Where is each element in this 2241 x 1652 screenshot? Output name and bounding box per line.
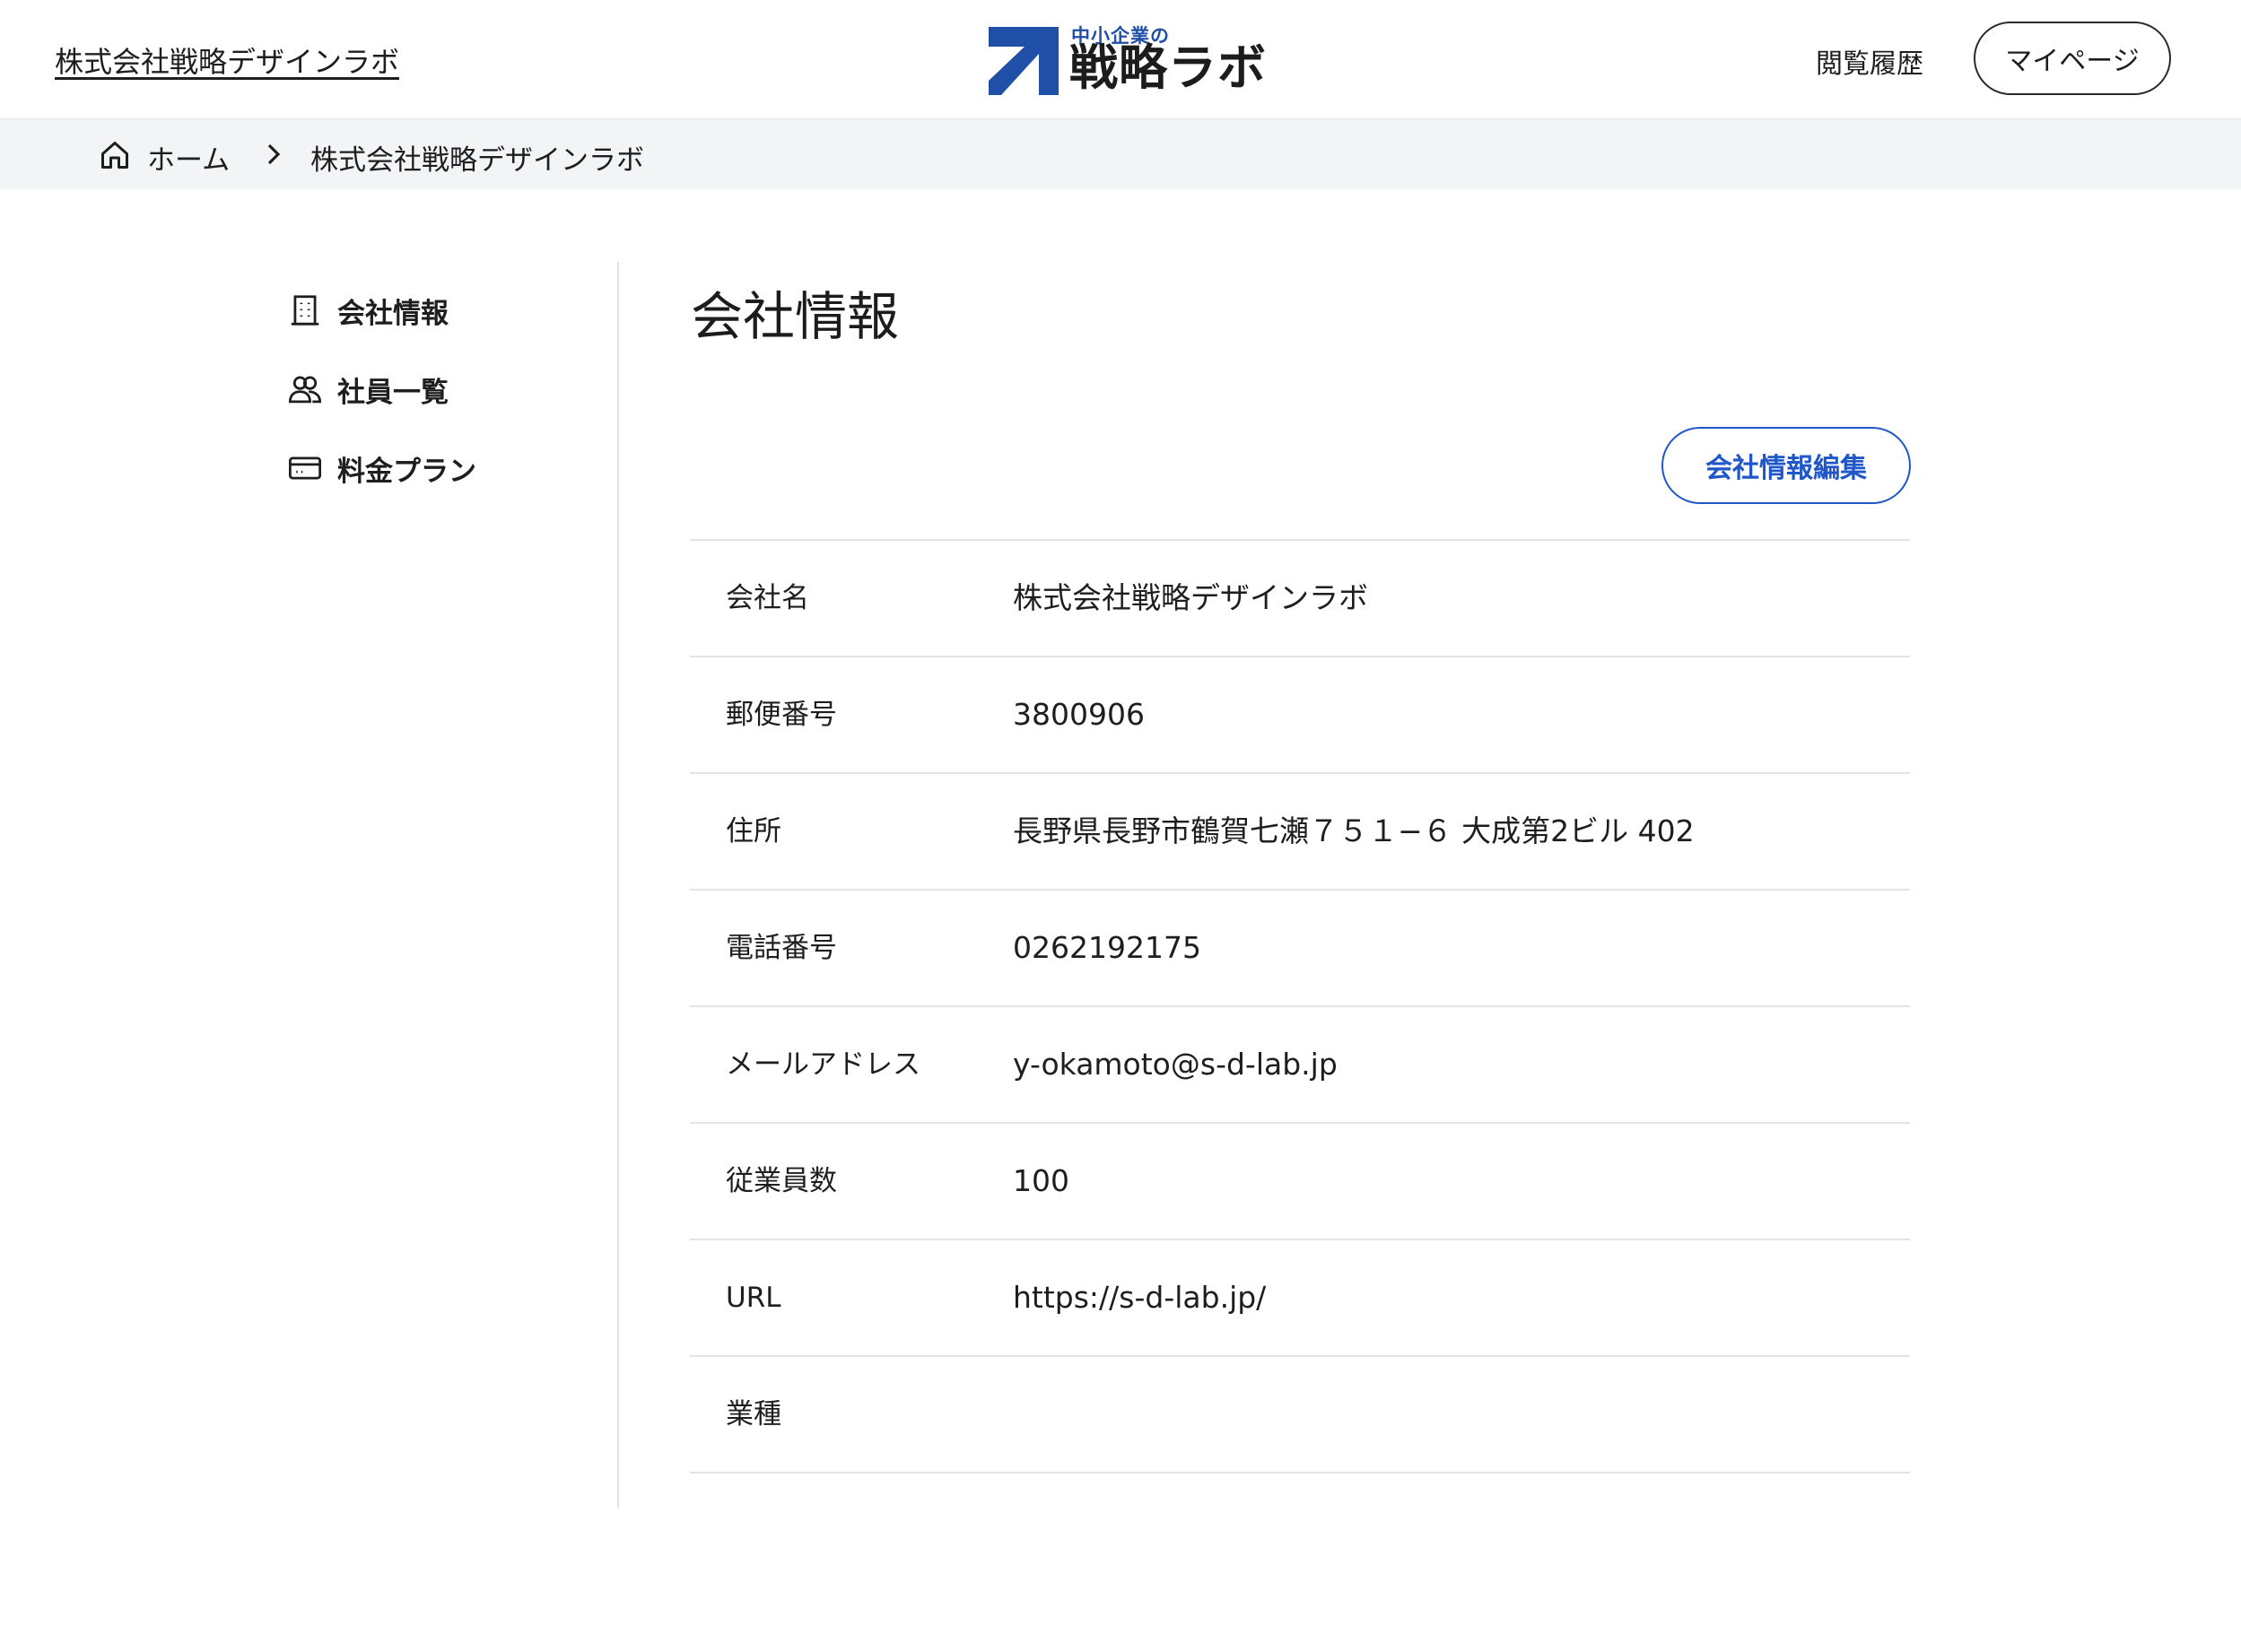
info-row-address: 住所 長野県長野市鶴賀七瀬７５１−６ 大成第2ビル 402 bbox=[690, 774, 1910, 891]
sidebar-item-pricing-plan[interactable]: 料金プラン bbox=[289, 443, 476, 493]
breadcrumb-home-link[interactable]: ホーム bbox=[147, 137, 230, 178]
info-value: 3800906 bbox=[1013, 697, 1145, 732]
info-value: 長野県長野市鶴賀七瀬７５１−６ 大成第2ビル 402 bbox=[1013, 813, 1695, 848]
info-row-postal-code: 郵便番号 3800906 bbox=[690, 657, 1910, 774]
info-row-email: メールアドレス y-okamoto@s-d-lab.jp bbox=[690, 1007, 1910, 1124]
info-label: 住所 bbox=[726, 815, 781, 848]
info-value: 株式会社戦略デザインラボ bbox=[1013, 580, 1368, 615]
info-row-phone: 電話番号 0262192175 bbox=[690, 891, 1910, 1007]
sidebar-item-employees[interactable]: 社員一覧 bbox=[289, 364, 449, 414]
site-header: 株式会社戦略デザインラボ 中小企業の 戦略ラボ 閲覧履歴 マイページ bbox=[0, 0, 2241, 119]
info-row-industry: 業種 bbox=[690, 1357, 1910, 1474]
edit-company-info-button[interactable]: 会社情報編集 bbox=[1661, 427, 1911, 504]
breadcrumb: ホーム 株式会社戦略デザインラボ bbox=[0, 119, 2241, 189]
sidebar-item-company-info[interactable]: 会社情報 bbox=[289, 285, 449, 335]
users-icon bbox=[289, 373, 321, 405]
info-value: y-okamoto@s-d-lab.jp bbox=[1013, 1047, 1338, 1082]
info-label: 郵便番号 bbox=[726, 699, 837, 731]
credit-card-icon bbox=[289, 452, 321, 484]
info-label: 電話番号 bbox=[726, 932, 837, 964]
company-info-table: 会社名 株式会社戦略デザインラボ 郵便番号 3800906 住所 長野県長野市鶴… bbox=[690, 539, 1910, 1474]
info-label: 会社名 bbox=[726, 582, 809, 614]
home-icon[interactable] bbox=[99, 139, 131, 171]
info-row-company-name: 会社名 株式会社戦略デザインラボ bbox=[690, 541, 1910, 657]
breadcrumb-current: 株式会社戦略デザインラボ bbox=[310, 144, 644, 177]
logo-title: 戦略ラボ bbox=[1069, 39, 1267, 96]
company-name-link[interactable]: 株式会社戦略デザインラボ bbox=[55, 39, 399, 81]
info-value: https://s-d-lab.jp/ bbox=[1013, 1280, 1267, 1315]
info-row-employee-count: 従業員数 100 bbox=[690, 1124, 1910, 1240]
browsing-history-link[interactable]: 閲覧履歴 bbox=[1816, 41, 1923, 81]
chevron-right-icon bbox=[267, 143, 281, 165]
info-value: 0262192175 bbox=[1013, 930, 1201, 965]
info-label: URL bbox=[726, 1282, 781, 1314]
building-icon bbox=[289, 294, 321, 326]
sidebar-item-label: 会社情報 bbox=[337, 297, 449, 330]
info-row-url: URL https://s-d-lab.jp/ bbox=[690, 1240, 1910, 1357]
info-label: 従業員数 bbox=[726, 1165, 837, 1197]
sidebar-nav: 会社情報 社員一覧 料金プラン bbox=[278, 262, 619, 1509]
site-logo[interactable]: 中小企業の 戦略ラボ bbox=[989, 22, 1266, 97]
info-value: 100 bbox=[1013, 1163, 1069, 1198]
info-label: 業種 bbox=[726, 1398, 781, 1430]
sidebar-item-label: 社員一覧 bbox=[337, 376, 449, 409]
sidebar-item-label: 料金プラン bbox=[337, 455, 476, 488]
mypage-button[interactable]: マイページ bbox=[1974, 22, 2171, 95]
info-label: メールアドレス bbox=[726, 1048, 920, 1081]
page-title: 会社情報 bbox=[691, 286, 900, 347]
logo-mark-icon bbox=[989, 27, 1059, 95]
